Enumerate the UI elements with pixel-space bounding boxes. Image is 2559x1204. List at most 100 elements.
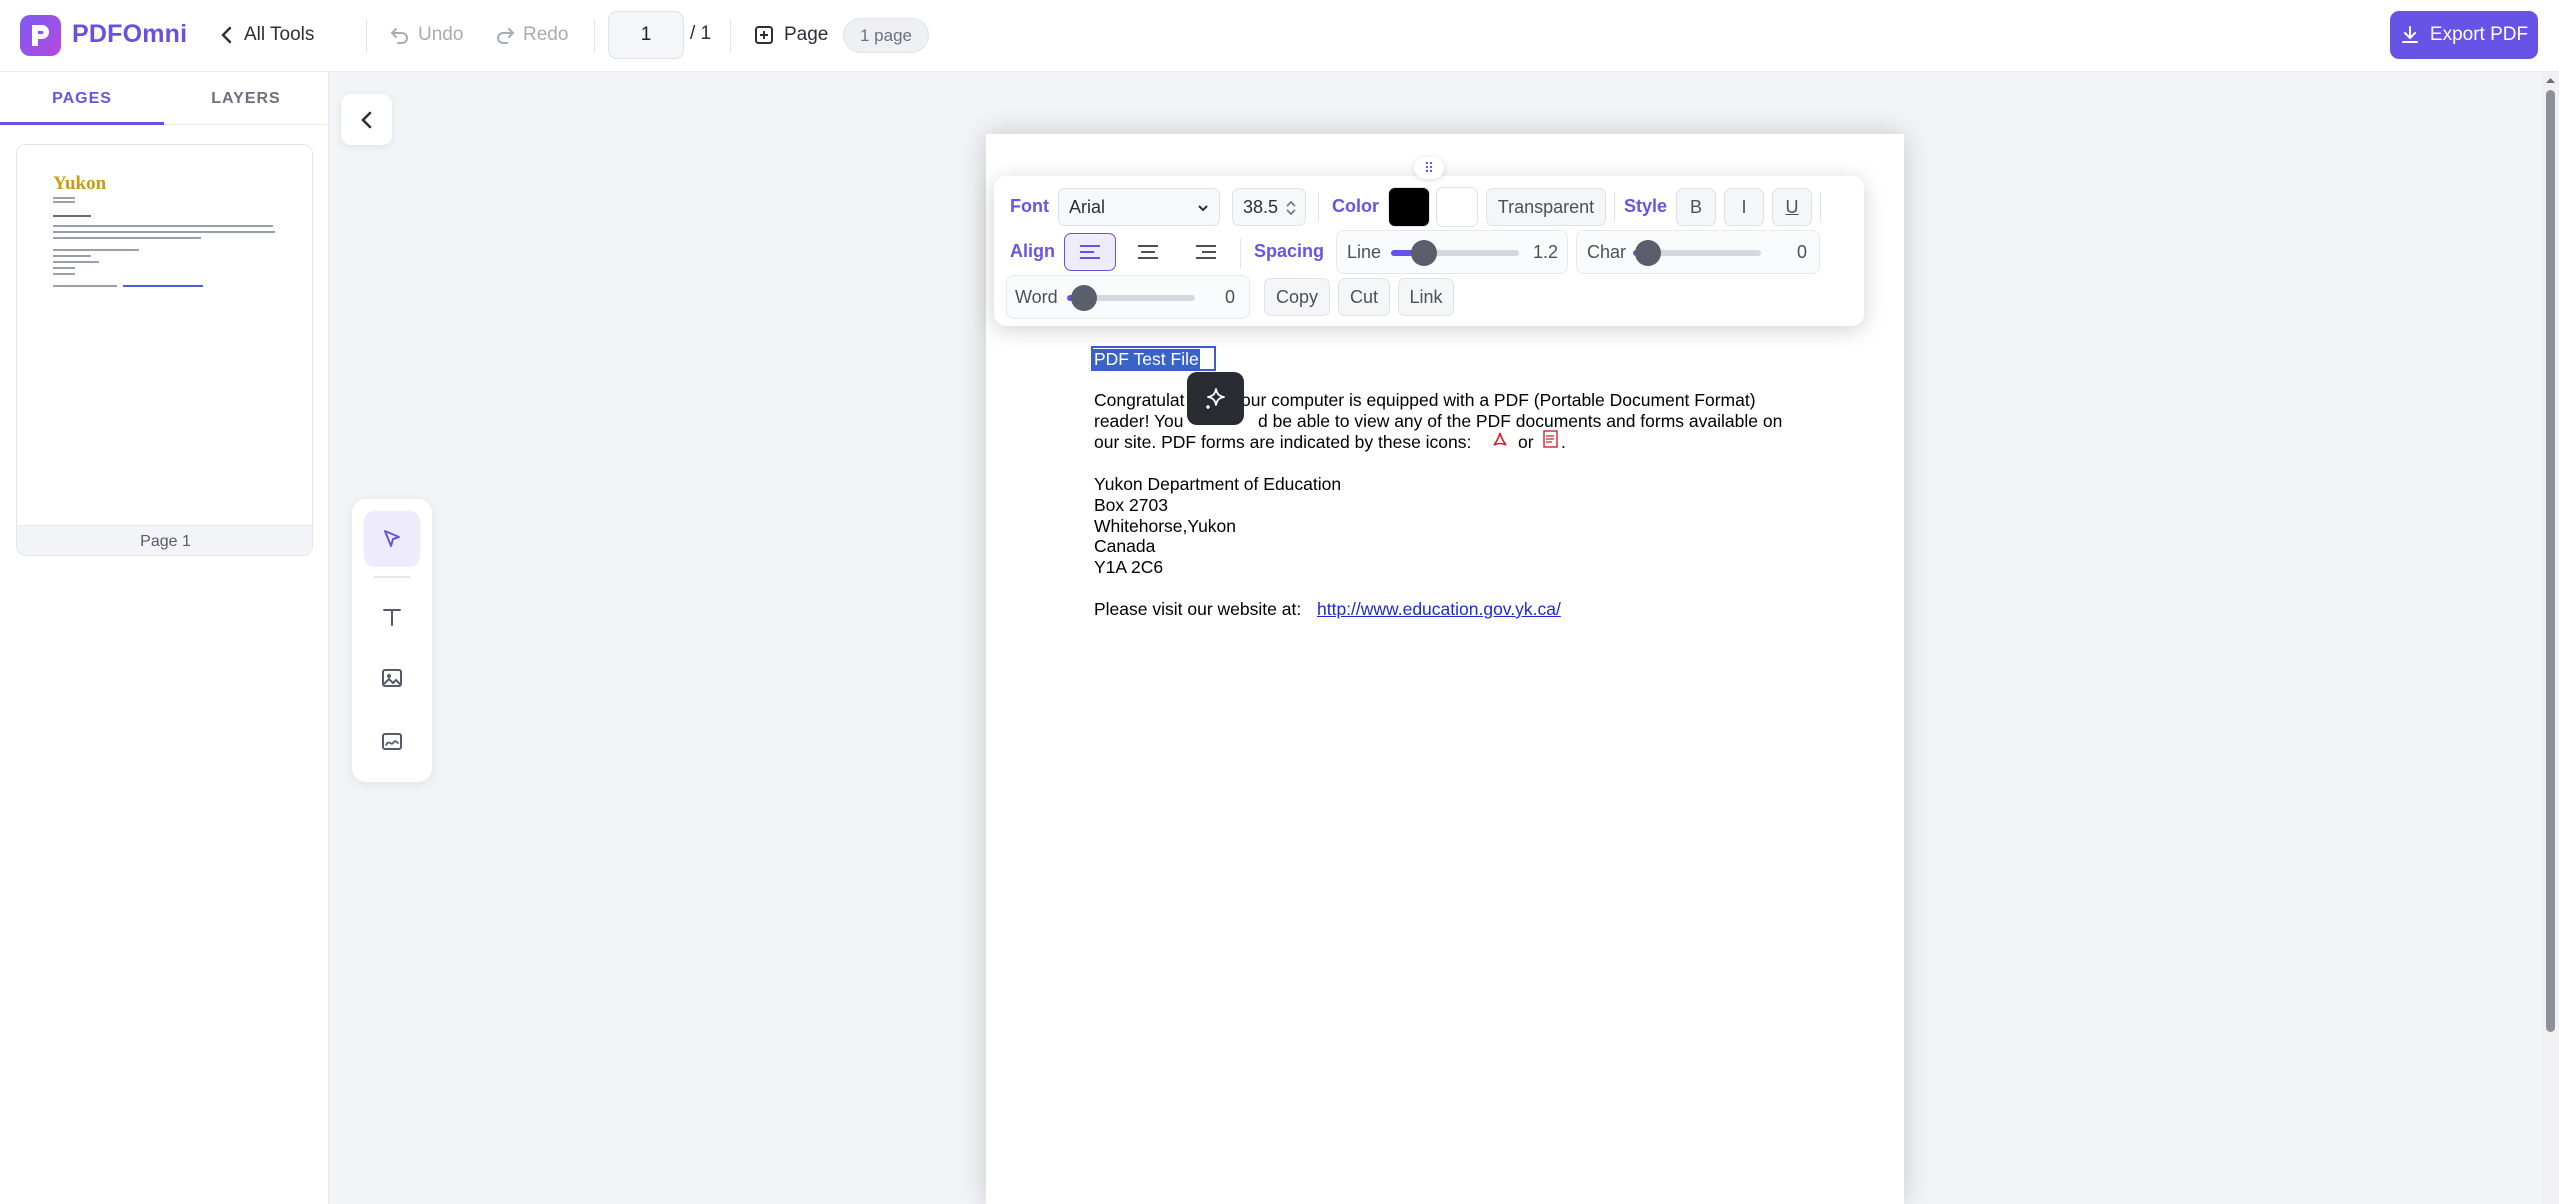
- divider: [1614, 192, 1615, 222]
- divider: [1318, 192, 1319, 222]
- export-pdf-button[interactable]: Export PDF: [2390, 11, 2538, 59]
- page-number-input[interactable]: 1: [608, 11, 684, 59]
- text-icon: [383, 609, 401, 626]
- export-pdf-label: Export PDF: [2429, 24, 2529, 45]
- slider-handle[interactable]: [1635, 240, 1661, 266]
- style-label: Style: [1624, 196, 1668, 216]
- thumb-line: [53, 197, 75, 199]
- toolbar-drag-handle[interactable]: ⠿: [1414, 157, 1444, 179]
- slider-handle[interactable]: [1411, 240, 1437, 266]
- redo-button[interactable]: Redo: [495, 20, 568, 50]
- image-icon: [382, 669, 402, 687]
- divider: [1240, 238, 1241, 268]
- font-family-value: Arial: [1069, 196, 1106, 217]
- align-right-button[interactable]: [1180, 233, 1232, 271]
- background-color-swatch[interactable]: [1436, 187, 1478, 227]
- top-bar: PDFOmni All Tools Undo Redo 1 / 1 Page 1…: [0, 0, 2559, 72]
- align-left-button[interactable]: [1064, 233, 1116, 271]
- scroll-up-icon[interactable]: [2545, 76, 2556, 84]
- add-page-button[interactable]: Page: [754, 20, 828, 50]
- thumb-line: [53, 261, 99, 263]
- vertical-scrollbar[interactable]: [2542, 72, 2559, 1204]
- document-title[interactable]: PDF Test File: [1093, 349, 1200, 369]
- char-spacing-label: Char: [1587, 242, 1627, 262]
- thumb-line: [53, 237, 201, 239]
- sparkle-icon: [1205, 387, 1225, 409]
- body-text-period: .: [1561, 432, 1566, 452]
- stepper-arrows-icon: [1286, 200, 1296, 216]
- undo-button[interactable]: Undo: [390, 20, 463, 50]
- bold-button[interactable]: B: [1676, 188, 1716, 226]
- font-label: Font: [1010, 196, 1049, 216]
- divider: [594, 19, 595, 53]
- tab-layers[interactable]: LAYERS: [164, 72, 328, 125]
- word-spacing-control: Word 0: [1006, 275, 1250, 319]
- signature-icon: [382, 733, 402, 750]
- font-family-select[interactable]: Arial: [1058, 188, 1220, 226]
- ai-assist-button[interactable]: [1187, 372, 1244, 425]
- body-text[interactable]: our computer is equipped with a PDF (Por…: [1241, 390, 1756, 411]
- thumb-line: [53, 273, 75, 275]
- app-logo-icon[interactable]: [20, 15, 61, 56]
- page-total: / 1: [690, 23, 712, 44]
- redo-label: Redo: [523, 24, 569, 45]
- body-text[interactable]: Congratulat: [1094, 390, 1184, 411]
- all-tools-button[interactable]: All Tools: [220, 20, 314, 50]
- divider: [366, 19, 367, 53]
- text-tool-button[interactable]: [364, 589, 420, 645]
- align-center-button[interactable]: [1122, 233, 1174, 271]
- copy-button[interactable]: Copy: [1264, 278, 1330, 316]
- chevron-left-icon: [360, 111, 371, 128]
- body-text[interactable]: Please visit our website at:: [1094, 599, 1301, 620]
- address-line[interactable]: Yukon Department of Education: [1094, 474, 1341, 495]
- tab-pages[interactable]: PAGES: [0, 72, 164, 125]
- collapse-sidebar-button[interactable]: [341, 94, 392, 145]
- thumb-line: [53, 285, 117, 287]
- body-text[interactable]: our site. PDF forms are indicated by the…: [1094, 432, 1471, 453]
- link-button[interactable]: Link: [1398, 278, 1454, 316]
- word-spacing-slider[interactable]: [1067, 285, 1195, 311]
- thumb-line: [53, 255, 91, 257]
- address-line[interactable]: Box 2703: [1094, 495, 1168, 516]
- signature-tool-button[interactable]: [364, 713, 420, 769]
- thumbnail-logo: Yukon: [53, 173, 107, 194]
- char-spacing-value: 0: [1797, 242, 1808, 262]
- slider-handle[interactable]: [1071, 285, 1097, 311]
- scrollbar-thumb[interactable]: [2546, 90, 2555, 1032]
- text-color-swatch[interactable]: [1388, 187, 1430, 227]
- pdf-file-icon: [1543, 430, 1558, 448]
- select-tool-button[interactable]: [364, 511, 420, 567]
- address-line[interactable]: Y1A 2C6: [1094, 557, 1163, 578]
- char-spacing-slider[interactable]: [1633, 240, 1761, 266]
- undo-label: Undo: [418, 24, 464, 45]
- add-page-icon: [755, 26, 773, 44]
- line-spacing-label: Line: [1347, 242, 1382, 262]
- line-spacing-slider[interactable]: [1391, 240, 1519, 266]
- thumb-line: [53, 249, 139, 251]
- address-line[interactable]: Whitehorse,Yukon: [1094, 516, 1236, 537]
- underline-button[interactable]: U: [1772, 188, 1812, 226]
- line-spacing-control: Line 1.2: [1336, 230, 1568, 274]
- undo-icon: [390, 28, 408, 44]
- left-sidebar: PAGES LAYERS Yukon Page 1: [0, 72, 329, 1204]
- color-label: Color: [1332, 196, 1379, 216]
- cut-button[interactable]: Cut: [1338, 278, 1390, 316]
- acrobat-icon: [1493, 432, 1507, 446]
- align-label: Align: [1010, 241, 1055, 261]
- font-size-stepper[interactable]: 38.5: [1232, 188, 1306, 226]
- body-text[interactable]: or: [1518, 432, 1534, 453]
- body-text[interactable]: reader! You: [1094, 411, 1184, 432]
- app-name[interactable]: PDFOmni: [72, 20, 187, 49]
- thumb-line: [53, 267, 75, 269]
- page-count-badge: 1 page: [843, 18, 929, 53]
- italic-button[interactable]: I: [1724, 188, 1764, 226]
- address-line[interactable]: Canada: [1094, 536, 1155, 557]
- transparent-button[interactable]: Transparent: [1486, 188, 1606, 226]
- word-spacing-value: 0: [1225, 287, 1236, 307]
- selected-text-box[interactable]: PDF Test File: [1091, 346, 1216, 371]
- page-thumbnail[interactable]: Yukon Page 1: [16, 144, 313, 556]
- body-text[interactable]: d be able to view any of the PDF documen…: [1258, 411, 1782, 432]
- website-link[interactable]: http://www.education.gov.yk.ca/: [1317, 599, 1561, 620]
- divider: [730, 19, 731, 53]
- image-tool-button[interactable]: [364, 650, 420, 706]
